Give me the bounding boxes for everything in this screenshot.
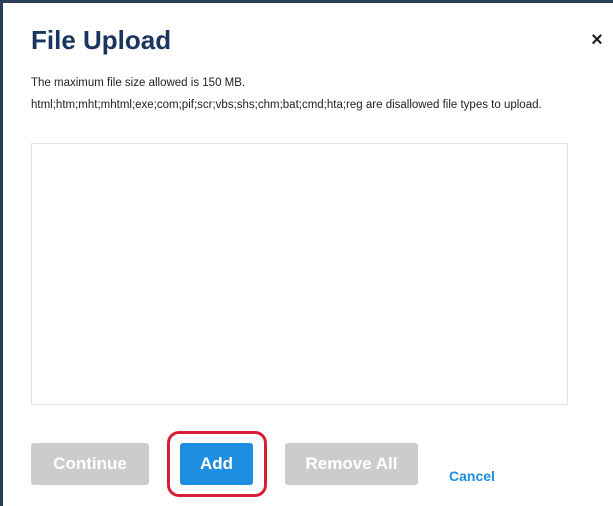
remove-all-button[interactable]: Remove All: [285, 443, 418, 485]
cancel-link[interactable]: Cancel: [449, 468, 495, 484]
continue-button[interactable]: Continue: [31, 443, 149, 485]
upload-info: The maximum file size allowed is 150 MB.…: [31, 74, 593, 114]
file-upload-dialog: File Upload × The maximum file size allo…: [0, 0, 613, 506]
add-button[interactable]: Add: [180, 443, 253, 485]
disallowed-types-text: html;htm;mht;mhtml;exe;com;pif;scr;vbs;s…: [31, 99, 542, 111]
file-list-area[interactable]: [31, 143, 568, 405]
max-size-text: The maximum file size allowed is 150 MB.: [31, 77, 246, 89]
dialog-title: File Upload: [31, 25, 172, 55]
close-icon[interactable]: ×: [587, 30, 607, 50]
